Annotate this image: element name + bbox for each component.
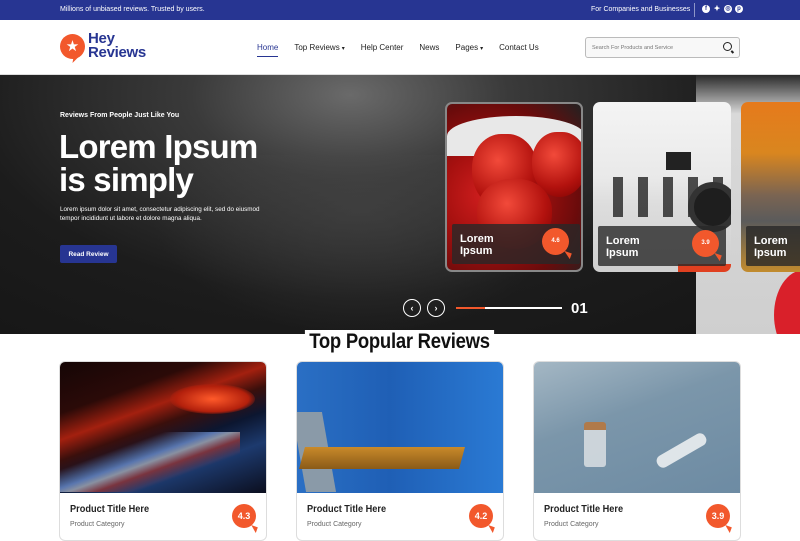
chevron-down-icon: ▾ <box>341 46 345 52</box>
weight-plate-shape <box>688 182 731 232</box>
card-title-line: Ipsum <box>754 247 787 259</box>
hero-title: Lorem Ipsum is simply <box>59 128 258 198</box>
card-image <box>666 152 691 170</box>
product-card[interactable]: Product Title Here Product Category 4.2 <box>296 361 504 541</box>
nav-label: Home <box>257 43 279 52</box>
product-title[interactable]: Product Title Here <box>307 504 386 515</box>
chevron-down-icon: ▾ <box>480 46 484 52</box>
card-title: Lorem Ipsum <box>606 235 640 259</box>
product-category: Product Category <box>544 521 599 528</box>
card-title-line: Lorem <box>754 235 788 247</box>
product-title[interactable]: Product Title Here <box>70 504 149 515</box>
featured-card[interactable]: Lorem Ipsum 4.6 <box>445 102 583 272</box>
nav-label: Top Reviews <box>294 43 340 52</box>
nav-news[interactable]: News <box>419 43 439 52</box>
card-title-line: Lorem <box>460 233 494 245</box>
nav-label: News <box>419 43 440 52</box>
search-icon[interactable] <box>723 42 732 51</box>
pinterest-icon[interactable]: p <box>735 5 743 13</box>
product-title[interactable]: Product Title Here <box>544 504 623 515</box>
featured-card[interactable]: Lorem Ipsum <box>741 102 800 272</box>
search-input[interactable] <box>592 42 712 54</box>
search-box <box>585 37 740 58</box>
product-category: Product Category <box>70 521 125 528</box>
card-title-line: Ipsum <box>606 247 639 259</box>
nav-top-reviews[interactable]: Top Reviews ▾ <box>294 43 344 52</box>
logo-line-2: Reviews <box>88 44 146 61</box>
nav-pages[interactable]: Pages ▾ <box>455 43 483 52</box>
table-shape <box>299 447 465 469</box>
social-links: f ✦ ◎ p <box>702 5 743 13</box>
facebook-icon[interactable]: f <box>702 5 710 13</box>
rating-badge: 3.9 <box>692 230 719 257</box>
slide-number: 01 <box>571 300 588 317</box>
rating-badge: 3.9 <box>706 504 730 528</box>
stadium-shape <box>170 384 255 414</box>
twitter-icon[interactable]: ✦ <box>713 5 721 13</box>
header: ★ Hey Reviews Home Top Reviews ▾ Help Cen… <box>0 20 800 75</box>
logo[interactable]: ★ Hey Reviews <box>60 31 146 61</box>
nav-label: Contact Us <box>499 43 539 52</box>
product-category: Product Category <box>307 521 362 528</box>
section-title: Top Popular Reviews <box>304 330 495 354</box>
read-review-button[interactable]: Read Review <box>60 245 117 263</box>
instagram-icon[interactable]: ◎ <box>724 5 732 13</box>
chevron-right-icon[interactable]: › <box>427 299 445 317</box>
card-title: Lorem Ipsum <box>460 233 494 257</box>
tagline: Millions of unbiased reviews. Trusted by… <box>60 6 205 13</box>
rating-badge: 4.3 <box>232 504 256 528</box>
nav-contact-us[interactable]: Contact Us <box>499 43 539 52</box>
featured-card[interactable]: Lorem Ipsum 3.9 <box>593 102 731 272</box>
business-link[interactable]: For Companies and Businesses <box>591 6 690 13</box>
hero-banner: Reviews From People Just Like You Lorem … <box>0 75 800 334</box>
chevron-left-icon[interactable]: ‹ <box>403 299 421 317</box>
bottle-shape <box>584 422 606 467</box>
hero-description: Lorem ipsum dolor sit amet, consectetur … <box>60 206 260 222</box>
card-title-line: Ipsum <box>460 245 493 257</box>
slider-progress <box>456 307 562 309</box>
product-image <box>297 362 503 493</box>
hero-title-line-2: is simply <box>59 161 194 198</box>
hero-subtitle: Reviews From People Just Like You <box>60 112 180 119</box>
main-nav: Home Top Reviews ▾ Help Center News Pages… <box>257 43 555 57</box>
card-title-line: Lorem <box>606 235 640 247</box>
rating-badge: 4.2 <box>469 504 493 528</box>
nav-help-center[interactable]: Help Center <box>361 43 404 52</box>
light-streaks-shape <box>60 432 240 492</box>
card-title: Lorem Ipsum <box>754 235 788 259</box>
product-image <box>60 362 266 493</box>
rating-badge: 4.6 <box>542 228 569 255</box>
product-image <box>534 362 740 493</box>
product-card[interactable]: Product Title Here Product Category 3.9 <box>533 361 741 541</box>
nav-home[interactable]: Home <box>257 43 279 57</box>
product-card[interactable]: Product Title Here Product Category 4.3 <box>59 361 267 541</box>
star-bubble-icon: ★ <box>60 33 85 59</box>
top-bar: Millions of unbiased reviews. Trusted by… <box>0 0 800 20</box>
hero-title-line-1: Lorem Ipsum <box>59 128 258 165</box>
nav-label: Help Center <box>360 43 404 52</box>
logo-text: Hey Reviews <box>88 31 146 61</box>
nav-label: Pages <box>455 43 479 52</box>
divider <box>694 3 695 17</box>
vial-shape <box>654 431 709 470</box>
slider-progress-fill <box>456 307 485 309</box>
